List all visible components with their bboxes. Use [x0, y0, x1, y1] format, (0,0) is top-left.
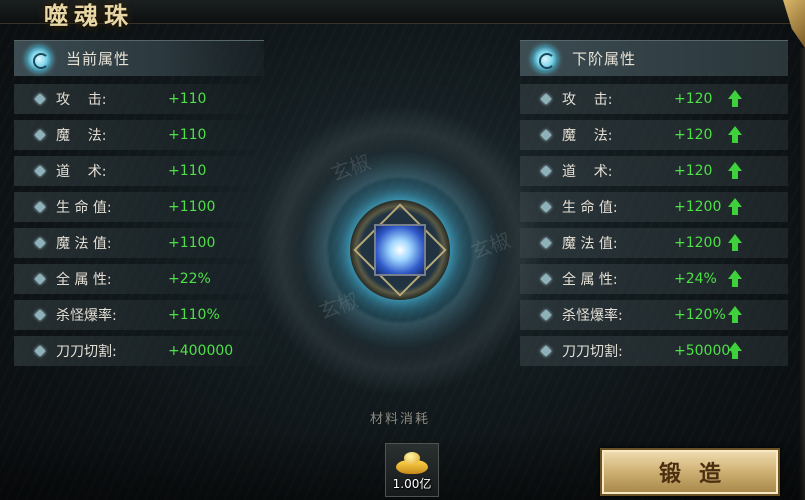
attribute-row: 道 术: +120: [520, 156, 788, 186]
up-arrow-icon: [728, 306, 742, 324]
attribute-list: 攻 击: +120 魔 法: +120 道 术: +120 生 命 值: +1200 魔 法 值…: [520, 84, 788, 366]
attribute-row: 杀怪爆率: +120%: [520, 300, 788, 330]
attribute-value: +22%: [168, 271, 211, 287]
attribute-row: 魔 法: +110: [14, 120, 264, 150]
diamond-bullet-icon: [540, 345, 552, 357]
attribute-label: 魔 法:: [56, 128, 107, 144]
attribute-row: 杀怪爆率: +110%: [14, 300, 264, 330]
attribute-value: +120: [674, 163, 713, 179]
attribute-value: +110%: [168, 307, 220, 323]
material-slot[interactable]: 1.00亿: [385, 443, 439, 497]
diamond-bullet-icon: [34, 129, 46, 141]
attribute-value: +1200: [674, 199, 722, 215]
attribute-value: +110: [168, 127, 207, 143]
forge-window: 噬魂珠 玄椒 玄椒 玄椒 当前属性 攻 击: +110 魔 法: +110 道 术: +1…: [0, 0, 805, 500]
soul-orb-artwork: 玄椒 玄椒 玄椒: [250, 90, 550, 430]
next-attributes-panel: 下阶属性 攻 击: +120 魔 法: +120 道 术: +120 生 命 值: +1200…: [520, 40, 788, 372]
attribute-value: +110: [168, 163, 207, 179]
attribute-row: 魔 法 值: +1200: [520, 228, 788, 258]
attribute-row: 全 属 性: +24%: [520, 264, 788, 294]
up-arrow-icon: [728, 162, 742, 180]
up-arrow-icon: [728, 234, 742, 252]
diamond-bullet-icon: [34, 93, 46, 105]
attribute-label: 攻 击:: [562, 92, 613, 108]
up-arrow-icon: [728, 90, 742, 108]
attribute-row: 道 术: +110: [14, 156, 264, 186]
diamond-bullet-icon: [34, 201, 46, 213]
attribute-value: +400000: [168, 343, 234, 359]
up-arrow-icon: [728, 342, 742, 360]
up-arrow-icon: [728, 126, 742, 144]
attribute-label: 全 属 性:: [562, 272, 618, 288]
panel-title: 下阶属性: [572, 50, 637, 68]
attribute-label: 生 命 值:: [56, 200, 112, 216]
attribute-value: +24%: [674, 271, 717, 287]
material-cost-title: 材料消耗: [369, 412, 430, 427]
attribute-row: 刀刀切割: +500000: [520, 336, 788, 366]
diamond-bullet-icon: [540, 129, 552, 141]
attribute-label: 魔 法 值:: [562, 236, 618, 252]
attribute-value: +110: [168, 91, 207, 107]
attribute-row: 生 命 值: +1200: [520, 192, 788, 222]
attribute-value: +120: [674, 127, 713, 143]
attribute-label: 刀刀切割:: [562, 344, 623, 360]
attribute-value: +120: [674, 91, 713, 107]
attribute-row: 攻 击: +110: [14, 84, 264, 114]
attribute-label: 道 术:: [562, 164, 613, 180]
material-amount: 1.00亿: [392, 477, 432, 491]
attribute-row: 全 属 性: +22%: [14, 264, 264, 294]
attribute-label: 攻 击:: [56, 92, 107, 108]
spiral-icon: [26, 45, 52, 72]
next-attributes-header: 下阶属性: [520, 40, 788, 76]
attribute-value: +1100: [168, 199, 216, 215]
attribute-label: 杀怪爆率:: [56, 308, 117, 324]
attribute-value: +1200: [674, 235, 722, 251]
diamond-bullet-icon: [540, 93, 552, 105]
diamond-bullet-icon: [540, 165, 552, 177]
current-attributes-header: 当前属性: [14, 40, 264, 76]
gold-ingot-icon: [396, 452, 428, 474]
attribute-list: 攻 击: +110 魔 法: +110 道 术: +110 生 命 值: +1100 魔 法 值…: [14, 84, 264, 366]
attribute-label: 魔 法 值:: [56, 236, 112, 252]
attribute-value: +1100: [168, 235, 216, 251]
current-attributes-panel: 当前属性 攻 击: +110 魔 法: +110 道 术: +110 生 命 值: +1100…: [14, 40, 264, 372]
forge-button[interactable]: 锻造: [600, 448, 780, 496]
attribute-label: 道 术:: [56, 164, 107, 180]
soul-orb-icon[interactable]: [374, 224, 426, 276]
diamond-bullet-icon: [34, 273, 46, 285]
attribute-label: 全 属 性:: [56, 272, 112, 288]
diamond-bullet-icon: [34, 165, 46, 177]
attribute-row: 魔 法: +120: [520, 120, 788, 150]
attribute-label: 生 命 值:: [562, 200, 618, 216]
attribute-value: +120%: [674, 307, 726, 323]
window-title: 噬魂珠: [44, 1, 134, 30]
diamond-bullet-icon: [34, 237, 46, 249]
attribute-row: 魔 法 值: +1100: [14, 228, 264, 258]
diamond-bullet-icon: [540, 309, 552, 321]
attribute-label: 刀刀切割:: [56, 344, 117, 360]
diamond-bullet-icon: [34, 309, 46, 321]
attribute-row: 生 命 值: +1100: [14, 192, 264, 222]
up-arrow-icon: [728, 198, 742, 216]
up-arrow-icon: [728, 270, 742, 288]
spiral-icon: [532, 45, 558, 72]
attribute-label: 杀怪爆率:: [562, 308, 623, 324]
attribute-label: 魔 法:: [562, 128, 613, 144]
diamond-bullet-icon: [540, 273, 552, 285]
panel-title: 当前属性: [66, 50, 131, 68]
diamond-bullet-icon: [540, 201, 552, 213]
attribute-row: 刀刀切割: +400000: [14, 336, 264, 366]
diamond-bullet-icon: [540, 237, 552, 249]
attribute-row: 攻 击: +120: [520, 84, 788, 114]
diamond-bullet-icon: [34, 345, 46, 357]
